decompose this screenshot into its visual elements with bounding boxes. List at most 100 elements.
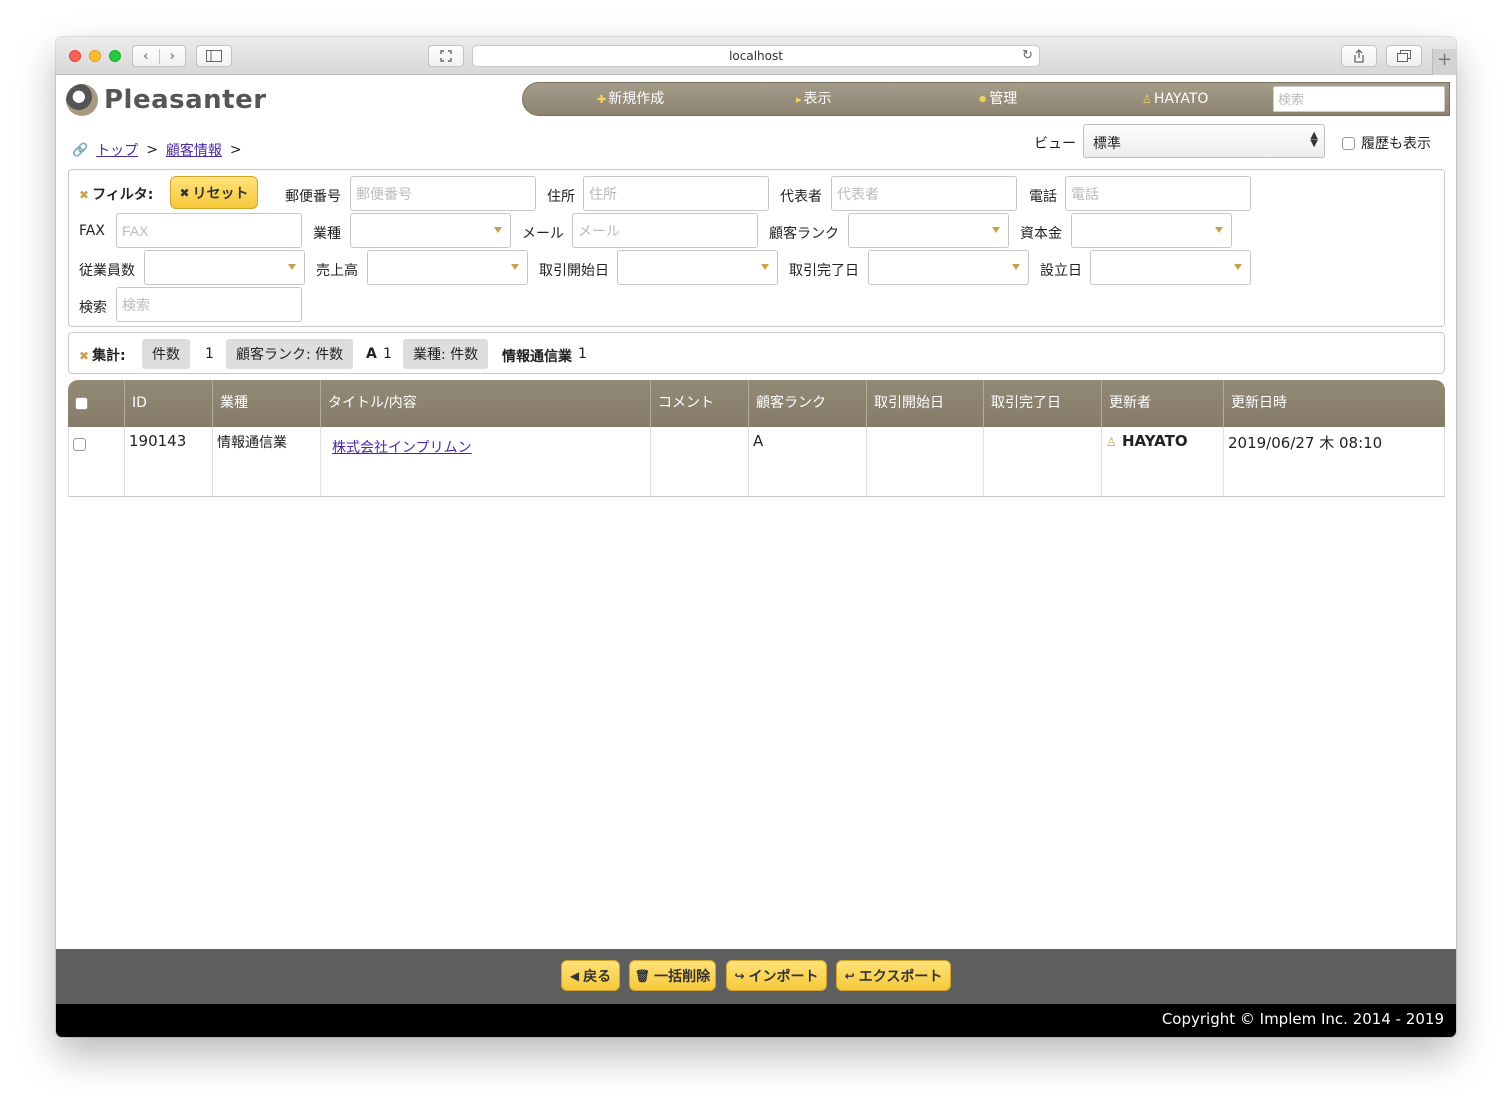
aggregate-count-value: 1	[205, 346, 214, 362]
sidebar-icon	[206, 50, 222, 62]
bulk-delete-button[interactable]: 🗑 一括削除	[629, 960, 716, 991]
app-logo[interactable]: Pleasanter	[66, 84, 267, 116]
url-text: localhost	[729, 49, 783, 63]
industry-select[interactable]	[350, 213, 511, 248]
aggregate-rank-value: 1	[383, 346, 392, 362]
main-navigation: ✚ 新規作成 ▸ 表示 ✹ 管理 ♙ HAYATO	[522, 82, 1450, 116]
new-tab-icon[interactable]: +	[1432, 49, 1456, 75]
grid-header-updated[interactable]: 更新日時	[1224, 380, 1445, 427]
nav-view[interactable]: ▸ 表示	[796, 83, 832, 115]
import-button[interactable]: ↪ インポート	[726, 960, 827, 991]
aggregate-panel: ✖ 集計: 件数 1 顧客ランク: 件数 A 1 業種: 件数 情報通信業 1	[68, 332, 1445, 374]
address-input[interactable]	[583, 176, 769, 211]
select-all-checkbox[interactable]	[75, 396, 88, 410]
tab-overview-button[interactable]	[1386, 45, 1422, 67]
breadcrumb-top-link[interactable]: トップ	[96, 140, 138, 160]
back-button[interactable]: ◀ 戻る	[561, 960, 620, 991]
grid-header-title[interactable]: タイトル/内容	[321, 380, 651, 427]
fax-label: FAX	[79, 223, 105, 239]
fax-input[interactable]	[116, 213, 302, 248]
logo-icon	[66, 84, 98, 116]
reset-button[interactable]: ✖ リセット	[170, 176, 258, 209]
tabs-icon	[1397, 50, 1411, 62]
breadcrumb: 🔗 トップ > 顧客情報 >	[72, 140, 242, 160]
history-nav: ‹ ›	[132, 45, 186, 67]
address-bar[interactable]: localhost ↻	[472, 45, 1040, 67]
founded-date-select[interactable]	[1090, 250, 1251, 285]
grid-header-comment[interactable]: コメント	[651, 380, 749, 427]
gear-icon: ✹	[978, 93, 988, 106]
aggregate-title: ✖ 集計:	[79, 345, 126, 365]
start-date-label: 取引開始日	[539, 263, 609, 279]
nav-manage[interactable]: ✹ 管理	[978, 83, 1017, 115]
grid-header-rank[interactable]: 顧客ランク	[749, 380, 867, 427]
export-arrow-icon: ↩	[844, 968, 855, 983]
row-updated: 2019/06/27 木 08:10	[1228, 434, 1383, 452]
nav-user[interactable]: ♙ HAYATO	[1142, 83, 1208, 115]
capital-select[interactable]	[1071, 213, 1232, 248]
dropdown-caret-icon	[288, 264, 296, 270]
aggregate-industry-chip[interactable]: 業種: 件数	[403, 339, 489, 369]
dropdown-caret-icon	[1234, 264, 1242, 270]
reset-label: リセット	[192, 185, 249, 202]
aggregate-rank-chip[interactable]: 顧客ランク: 件数	[226, 339, 354, 369]
fullscreen-button[interactable]	[428, 45, 464, 67]
representative-label: 代表者	[780, 189, 822, 205]
start-date-select[interactable]	[617, 250, 778, 285]
show-history-label: 履歴も表示	[1361, 136, 1431, 152]
representative-input[interactable]	[831, 176, 1017, 211]
row-industry: 情報通信業	[213, 427, 321, 496]
phone-input[interactable]	[1065, 176, 1251, 211]
show-history-toggle[interactable]: 履歴も表示	[1342, 133, 1431, 153]
grid-header-id[interactable]: ID	[125, 380, 213, 427]
grid-header-industry[interactable]: 業種	[213, 380, 321, 427]
row-updater-name[interactable]: HAYATO	[1122, 432, 1188, 450]
row-title-link[interactable]: 株式会社インプリムン	[332, 440, 472, 456]
breadcrumb-customer-link[interactable]: 顧客情報	[166, 140, 222, 160]
rank-select[interactable]	[848, 213, 1009, 248]
grid-header-end[interactable]: 取引完了日	[984, 380, 1102, 427]
forward-icon[interactable]: ›	[158, 48, 186, 64]
filter-search-input[interactable]	[116, 287, 302, 322]
close-icon[interactable]: ✖	[79, 188, 89, 202]
end-date-select[interactable]	[868, 250, 1029, 285]
zoom-window-icon[interactable]	[109, 50, 121, 62]
employees-select[interactable]	[144, 250, 305, 285]
grid-header-start[interactable]: 取引開始日	[867, 380, 984, 427]
aggregate-count-chip[interactable]: 件数	[142, 339, 190, 369]
mail-input[interactable]	[572, 213, 758, 248]
view-select[interactable]: 標準 ▲ ▼	[1083, 124, 1325, 158]
postal-input[interactable]	[350, 176, 536, 211]
filter-title-text: フィルタ:	[92, 187, 154, 203]
row-checkbox[interactable]	[73, 438, 86, 451]
browser-window: ‹ › localhost ↻ + Pleasanter ✚ 新規作成 ▸ 表示 ✹…	[56, 37, 1456, 1037]
grid-header-updater[interactable]: 更新者	[1102, 380, 1224, 427]
rank-label: 顧客ランク	[769, 226, 839, 242]
close-window-icon[interactable]	[69, 50, 81, 62]
link-icon: 🔗	[72, 142, 89, 158]
close-icon: ✖	[179, 185, 190, 200]
share-button[interactable]	[1341, 45, 1377, 67]
minimize-window-icon[interactable]	[89, 50, 101, 62]
table-row[interactable]: 190143 情報通信業 株式会社インプリムン A ♙ HAYATO 2019/…	[68, 427, 1445, 497]
aggregate-rank-key: A	[366, 346, 377, 362]
nav-new[interactable]: ✚ 新規作成	[597, 83, 664, 115]
close-icon[interactable]: ✖	[79, 349, 89, 363]
header-search-input[interactable]	[1273, 86, 1445, 112]
import-label: インポート	[748, 968, 819, 985]
select-arrows-icon: ▲ ▼	[1310, 130, 1318, 149]
grid-header-select-all	[68, 380, 125, 427]
row-updater: ♙ HAYATO	[1102, 427, 1224, 496]
grid-header: ID 業種 タイトル/内容 コメント 顧客ランク 取引開始日 取引完了日 更新者…	[68, 380, 1445, 427]
sidebar-toggle-button[interactable]	[196, 45, 232, 67]
export-button[interactable]: ↩ エクスポート	[836, 960, 951, 991]
show-history-checkbox[interactable]	[1342, 136, 1355, 150]
breadcrumb-separator: >	[146, 142, 158, 158]
filter-title: ✖ フィルタ:	[79, 184, 153, 204]
row-id: 190143	[125, 427, 213, 496]
footer-command-bar: ◀ 戻る 🗑 一括削除 ↪ インポート ↩ エクスポート	[56, 949, 1456, 1004]
sales-select[interactable]	[367, 250, 528, 285]
back-icon[interactable]: ‹	[133, 49, 159, 64]
filter-panel: ✖フィルタ: ✖リセット 郵便番号 住所 代表者 電話 FAX 業種 メール 顧…	[68, 169, 1445, 327]
reload-icon[interactable]: ↻	[1022, 48, 1033, 63]
